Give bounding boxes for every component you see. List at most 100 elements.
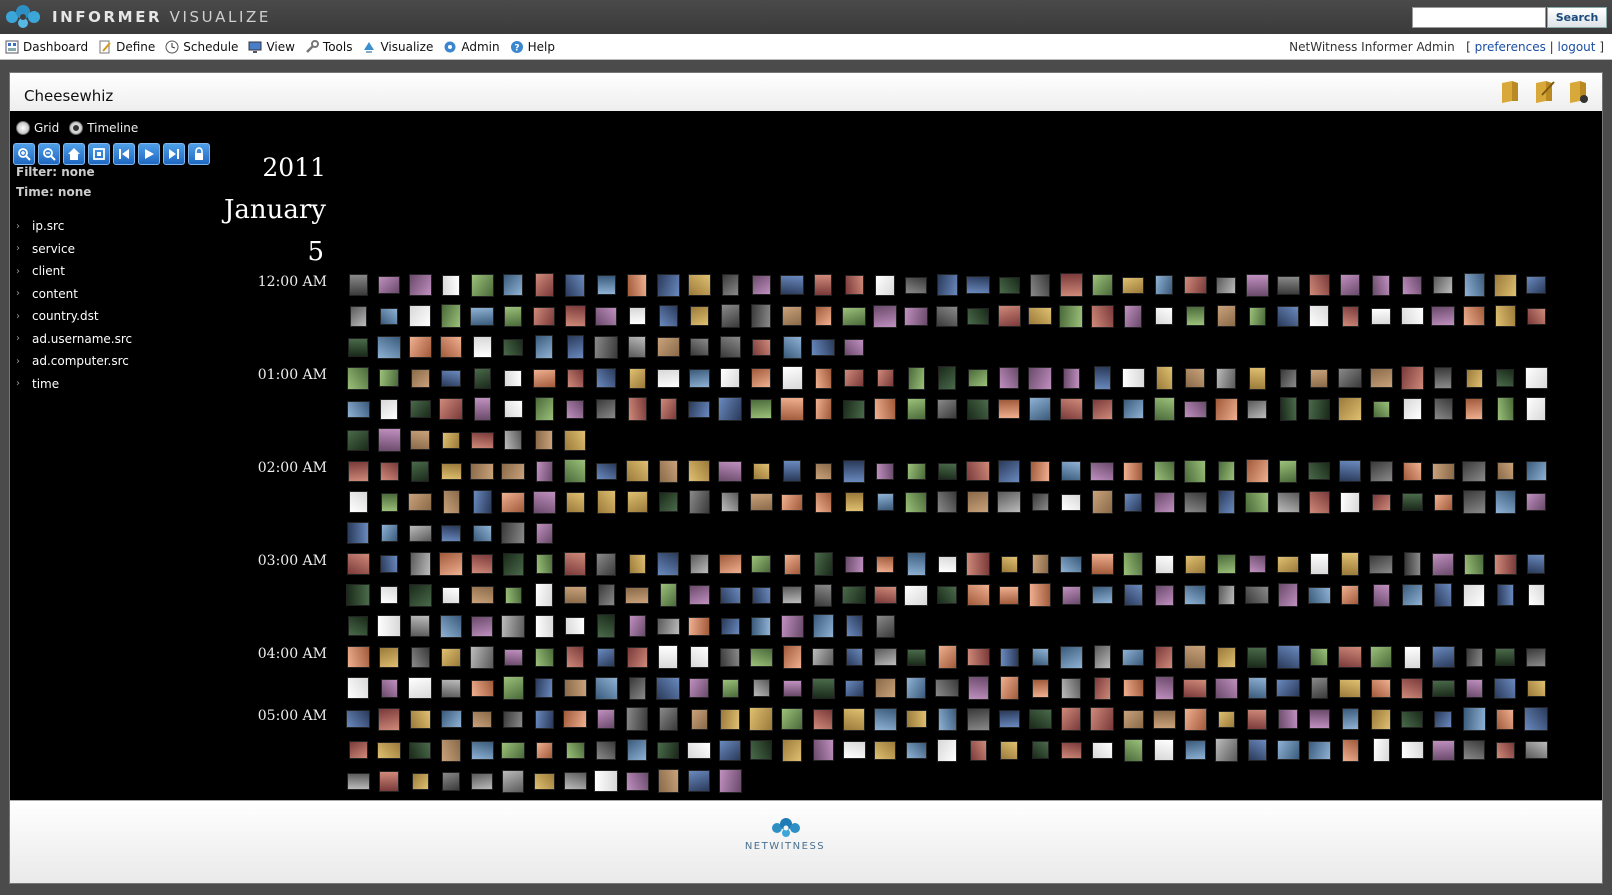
photo-thumbnail[interactable] xyxy=(442,431,460,449)
photo-thumbnail[interactable] xyxy=(1029,397,1051,421)
photo-thumbnail[interactable] xyxy=(1339,460,1361,482)
photo-thumbnail[interactable] xyxy=(844,555,864,573)
photo-thumbnail[interactable] xyxy=(409,552,431,576)
photo-thumbnail[interactable] xyxy=(380,678,398,698)
photo-thumbnail[interactable] xyxy=(1028,307,1052,325)
photo-thumbnail[interactable] xyxy=(408,524,432,542)
photo-thumbnail[interactable] xyxy=(596,740,616,760)
photo-thumbnail[interactable] xyxy=(471,554,493,574)
photo-thumbnail[interactable] xyxy=(1154,739,1174,761)
photo-thumbnail[interactable] xyxy=(906,677,926,699)
photo-thumbnail[interactable] xyxy=(876,369,894,387)
photo-thumbnail[interactable] xyxy=(967,676,989,700)
photo-thumbnail[interactable] xyxy=(751,338,771,356)
photo-thumbnail[interactable] xyxy=(1494,677,1516,699)
photo-thumbnail[interactable] xyxy=(472,336,492,358)
photo-thumbnail[interactable] xyxy=(1124,492,1142,512)
photo-thumbnail[interactable] xyxy=(782,586,802,604)
photo-thumbnail[interactable] xyxy=(782,738,802,762)
photo-thumbnail[interactable] xyxy=(906,398,926,420)
photo-thumbnail[interactable] xyxy=(380,586,398,604)
photo-thumbnail[interactable] xyxy=(658,305,678,327)
photo-thumbnail[interactable] xyxy=(473,367,491,389)
photo-thumbnail[interactable] xyxy=(1248,306,1266,326)
photo-thumbnail[interactable] xyxy=(563,586,587,604)
photo-thumbnail[interactable] xyxy=(906,648,926,666)
photo-thumbnail[interactable] xyxy=(1431,306,1455,326)
photo-thumbnail[interactable] xyxy=(1059,398,1083,420)
photo-thumbnail[interactable] xyxy=(1090,707,1114,731)
photo-thumbnail[interactable] xyxy=(1341,305,1359,327)
home-button[interactable] xyxy=(63,143,85,165)
photo-thumbnail[interactable] xyxy=(1276,491,1300,513)
photo-thumbnail[interactable] xyxy=(718,554,742,574)
photo-thumbnail[interactable] xyxy=(689,678,709,698)
photo-thumbnail[interactable] xyxy=(1185,306,1205,326)
photo-thumbnail[interactable] xyxy=(1154,676,1174,700)
photo-thumbnail[interactable] xyxy=(998,399,1020,419)
photo-thumbnail[interactable] xyxy=(1496,462,1514,480)
photo-thumbnail[interactable] xyxy=(1403,552,1421,576)
photo-thumbnail[interactable] xyxy=(504,586,522,604)
photo-thumbnail[interactable] xyxy=(1462,490,1486,514)
photo-thumbnail[interactable] xyxy=(596,552,616,576)
photo-thumbnail[interactable] xyxy=(656,617,680,635)
photo-thumbnail[interactable] xyxy=(348,274,368,296)
photo-thumbnail[interactable] xyxy=(1093,645,1111,669)
photo-thumbnail[interactable] xyxy=(1123,584,1143,606)
photo-thumbnail[interactable] xyxy=(441,678,461,698)
photo-thumbnail[interactable] xyxy=(1434,710,1452,728)
photo-thumbnail[interactable] xyxy=(441,304,461,328)
photo-thumbnail[interactable] xyxy=(813,552,833,576)
photo-thumbnail[interactable] xyxy=(905,741,927,759)
photo-thumbnail[interactable] xyxy=(1090,304,1114,328)
photo-thumbnail[interactable] xyxy=(1341,738,1359,762)
photo-thumbnail[interactable] xyxy=(442,771,460,791)
photo-thumbnail[interactable] xyxy=(750,740,772,760)
photo-thumbnail[interactable] xyxy=(1183,707,1207,731)
photo-thumbnail[interactable] xyxy=(471,772,493,790)
photo-thumbnail[interactable] xyxy=(749,647,773,667)
photo-thumbnail[interactable] xyxy=(565,617,585,635)
tree-item-time[interactable]: › time xyxy=(16,373,132,396)
photo-thumbnail[interactable] xyxy=(1247,399,1267,419)
photo-thumbnail[interactable] xyxy=(501,741,525,759)
photo-thumbnail[interactable] xyxy=(348,337,368,357)
photo-thumbnail[interactable] xyxy=(1245,273,1269,297)
photo-thumbnail[interactable] xyxy=(1031,678,1049,698)
photo-thumbnail[interactable] xyxy=(502,676,524,700)
photo-thumbnail[interactable] xyxy=(782,306,802,326)
photo-thumbnail[interactable] xyxy=(937,738,957,762)
photo-thumbnail[interactable] xyxy=(1183,491,1207,513)
photo-thumbnail[interactable] xyxy=(719,336,741,358)
photo-thumbnail[interactable] xyxy=(967,398,989,420)
photo-thumbnail[interactable] xyxy=(564,459,586,483)
photo-thumbnail[interactable] xyxy=(1214,677,1238,699)
photo-thumbnail[interactable] xyxy=(1372,583,1390,607)
photo-thumbnail[interactable] xyxy=(1091,398,1113,420)
photo-thumbnail[interactable] xyxy=(441,738,461,762)
photo-thumbnail[interactable] xyxy=(1216,554,1236,574)
photo-thumbnail[interactable] xyxy=(688,490,710,514)
photo-thumbnail[interactable] xyxy=(535,741,553,759)
photo-thumbnail[interactable] xyxy=(781,366,803,390)
photo-thumbnail[interactable] xyxy=(1494,305,1516,327)
photo-thumbnail[interactable] xyxy=(377,428,401,452)
photo-thumbnail[interactable] xyxy=(1153,397,1175,421)
photo-thumbnail[interactable] xyxy=(1031,741,1049,759)
photo-thumbnail[interactable] xyxy=(1122,276,1144,294)
photo-thumbnail[interactable] xyxy=(347,366,369,390)
photo-thumbnail[interactable] xyxy=(346,584,370,606)
photo-thumbnail[interactable] xyxy=(594,335,618,359)
photo-thumbnail[interactable] xyxy=(1400,307,1424,325)
photo-thumbnail[interactable] xyxy=(937,399,957,419)
play-button[interactable] xyxy=(138,143,160,165)
photo-thumbnail[interactable] xyxy=(718,460,742,482)
photo-thumbnail[interactable] xyxy=(534,397,554,421)
photo-thumbnail[interactable] xyxy=(937,586,957,604)
photo-thumbnail[interactable] xyxy=(689,646,709,668)
photo-thumbnail[interactable] xyxy=(1465,678,1483,698)
photo-thumbnail[interactable] xyxy=(1031,648,1049,666)
photo-thumbnail[interactable] xyxy=(937,491,957,513)
photo-thumbnail[interactable] xyxy=(1121,368,1145,388)
